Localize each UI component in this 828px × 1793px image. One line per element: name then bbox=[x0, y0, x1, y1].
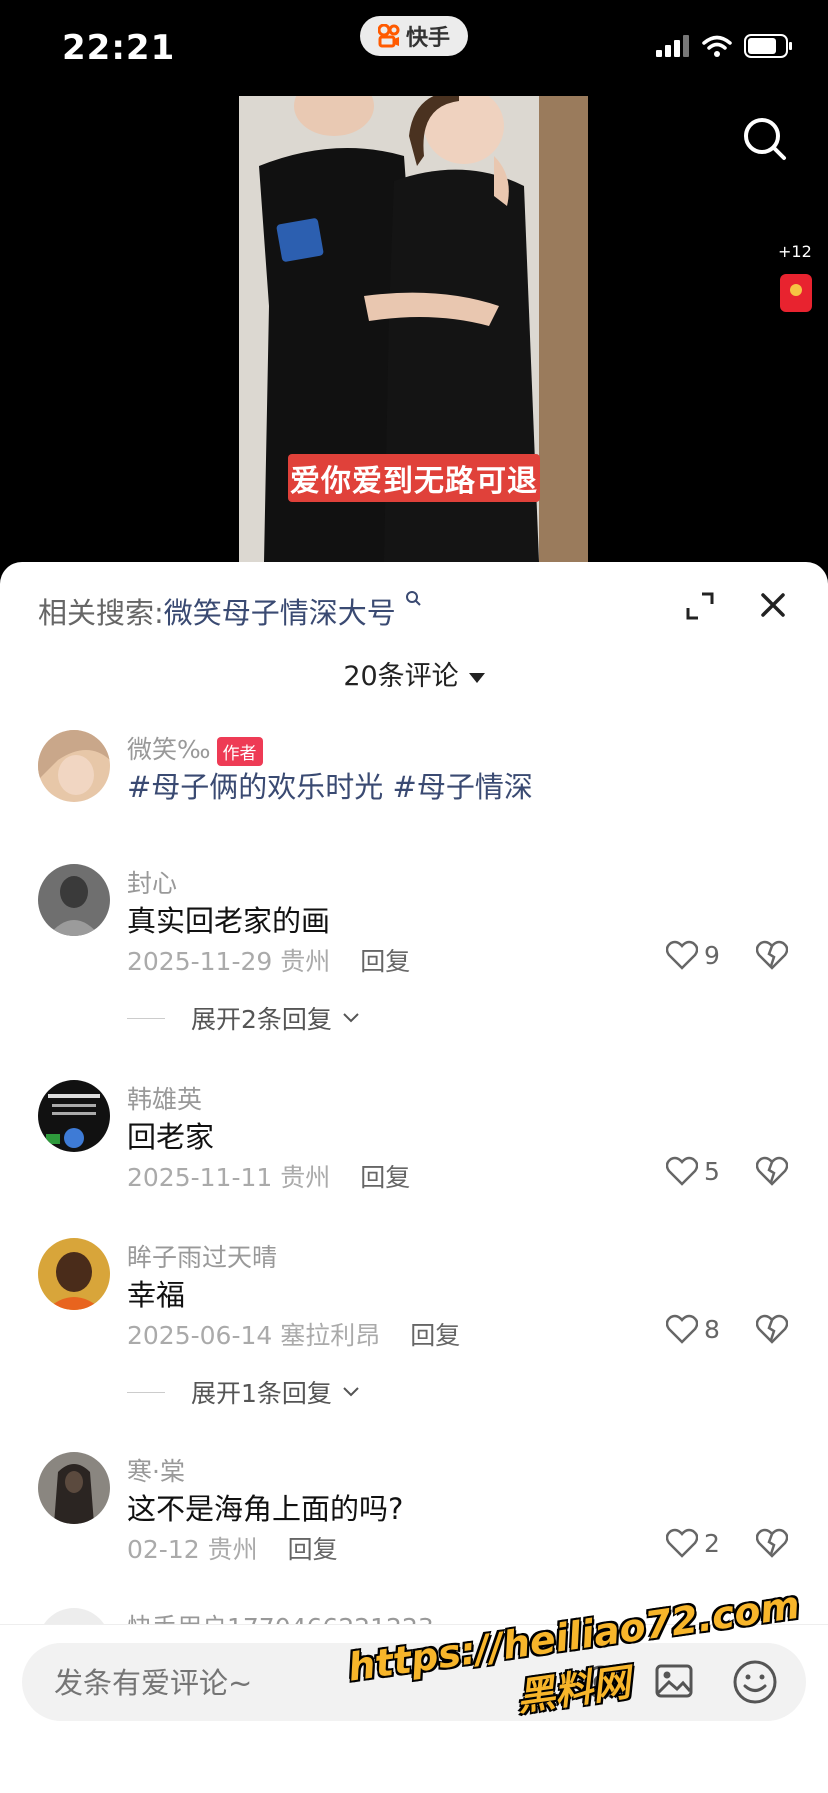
like-count: 5 bbox=[704, 1156, 720, 1186]
chevron-down-icon bbox=[343, 1013, 359, 1023]
heart-icon bbox=[666, 940, 698, 970]
broken-heart-icon bbox=[755, 940, 789, 970]
dislike-button[interactable] bbox=[755, 1156, 789, 1190]
comment-meta: 2025-06-14 塞拉利昂 回复 bbox=[127, 1321, 461, 1350]
like-button[interactable]: 9 bbox=[666, 940, 720, 970]
comment-username[interactable]: 封心 bbox=[127, 864, 177, 900]
reply-button[interactable]: 回复 bbox=[288, 1535, 338, 1564]
expand-replies-label: 展开2条回复 bbox=[191, 1005, 332, 1034]
kuaishou-logo-icon bbox=[377, 24, 400, 48]
comment-username[interactable]: 眸子雨过天晴 bbox=[127, 1238, 277, 1274]
comment-count: 20条评论 bbox=[343, 661, 459, 692]
heart-icon bbox=[666, 1528, 698, 1558]
broken-heart-icon bbox=[755, 1314, 789, 1344]
related-search-label: 相关搜索: bbox=[38, 596, 164, 630]
signal-icon bbox=[656, 35, 689, 57]
app-name: 快手 bbox=[405, 26, 450, 51]
related-search[interactable]: 相关搜索:微笑母子情深大号 bbox=[38, 590, 421, 632]
reply-button[interactable]: 回复 bbox=[360, 1163, 410, 1192]
video-caption: 爱你爱到无路可退 bbox=[288, 454, 540, 502]
like-count: 2 bbox=[704, 1528, 720, 1558]
dislike-button[interactable] bbox=[755, 1528, 789, 1562]
close-icon bbox=[761, 593, 785, 617]
comment-text[interactable]: #母子俩的欢乐时光 #母子情深 bbox=[127, 764, 533, 806]
author-badge: 作者 bbox=[216, 736, 263, 766]
app-return-pill[interactable]: 快手 bbox=[360, 16, 468, 56]
expand-replies-button[interactable]: 展开2条回复 bbox=[127, 1000, 360, 1036]
broken-heart-icon bbox=[755, 1528, 789, 1558]
avatar-image bbox=[38, 1452, 110, 1524]
comment-text[interactable]: 幸福 bbox=[127, 1272, 185, 1314]
comment-meta: 2025-11-29 贵州 回复 bbox=[127, 947, 411, 976]
battery-icon bbox=[744, 34, 792, 58]
like-count: 9 bbox=[704, 940, 720, 970]
search-icon bbox=[744, 118, 786, 160]
comment-username[interactable]: 微笑‰ 作者 bbox=[127, 730, 263, 766]
dislike-button[interactable] bbox=[755, 1314, 789, 1348]
avatar-image bbox=[38, 1080, 110, 1152]
divider-line bbox=[127, 1391, 165, 1393]
avatar-image bbox=[38, 730, 110, 802]
comment-username[interactable]: 寒·棠 bbox=[127, 1452, 185, 1488]
expand-replies-button[interactable]: 展开1条回复 bbox=[127, 1374, 360, 1410]
reply-button[interactable]: 回复 bbox=[360, 947, 410, 976]
heart-icon bbox=[666, 1156, 698, 1186]
comment-text[interactable]: 回老家 bbox=[127, 1114, 214, 1156]
small-search-icon bbox=[406, 591, 421, 606]
system-icons bbox=[656, 34, 794, 58]
comment-meta: 2025-11-11 贵州 回复 bbox=[127, 1163, 411, 1192]
wifi-icon bbox=[702, 35, 732, 57]
status-time: 22:21 bbox=[62, 28, 176, 68]
chevron-down-icon bbox=[343, 1387, 359, 1397]
avatar[interactable] bbox=[38, 1238, 110, 1310]
redpacket-icon bbox=[790, 284, 802, 296]
comment-text[interactable]: 这不是海角上面的吗? bbox=[127, 1486, 403, 1528]
avatar[interactable] bbox=[38, 1080, 110, 1152]
fullscreen-button[interactable] bbox=[686, 592, 714, 624]
reply-button[interactable]: 回复 bbox=[410, 1321, 460, 1350]
comment-count-dropdown[interactable]: 20条评论 bbox=[0, 654, 828, 693]
divider-line bbox=[127, 1017, 165, 1019]
avatar-image bbox=[38, 1238, 110, 1310]
heart-icon bbox=[666, 1314, 698, 1344]
search-button[interactable] bbox=[742, 116, 788, 166]
dislike-button[interactable] bbox=[755, 940, 789, 974]
expand-replies-label: 展开1条回复 bbox=[191, 1379, 332, 1408]
avatar[interactable] bbox=[38, 864, 110, 936]
comment-username[interactable]: 韩雄英 bbox=[127, 1080, 202, 1116]
caret-down-icon bbox=[468, 672, 485, 683]
like-button[interactable]: 5 bbox=[666, 1156, 720, 1186]
comment-meta: 02-12 贵州 回复 bbox=[127, 1535, 338, 1564]
comment-text[interactable]: 真实回老家的画 bbox=[127, 898, 330, 940]
like-button[interactable]: 2 bbox=[666, 1528, 720, 1558]
expand-icon bbox=[686, 592, 714, 620]
related-search-term[interactable]: 微笑母子情深大号 bbox=[164, 596, 396, 630]
status-bar: 22:21 快手 bbox=[0, 0, 828, 96]
avatar[interactable] bbox=[38, 1452, 110, 1524]
avatar[interactable] bbox=[38, 730, 110, 802]
like-count: 8 bbox=[704, 1314, 720, 1344]
redpacket-count: +12 bbox=[778, 242, 812, 261]
close-button[interactable] bbox=[760, 592, 786, 622]
broken-heart-icon bbox=[755, 1156, 789, 1186]
redpacket-button[interactable] bbox=[780, 274, 812, 312]
like-button[interactable]: 8 bbox=[666, 1314, 720, 1344]
avatar-image bbox=[38, 864, 110, 936]
